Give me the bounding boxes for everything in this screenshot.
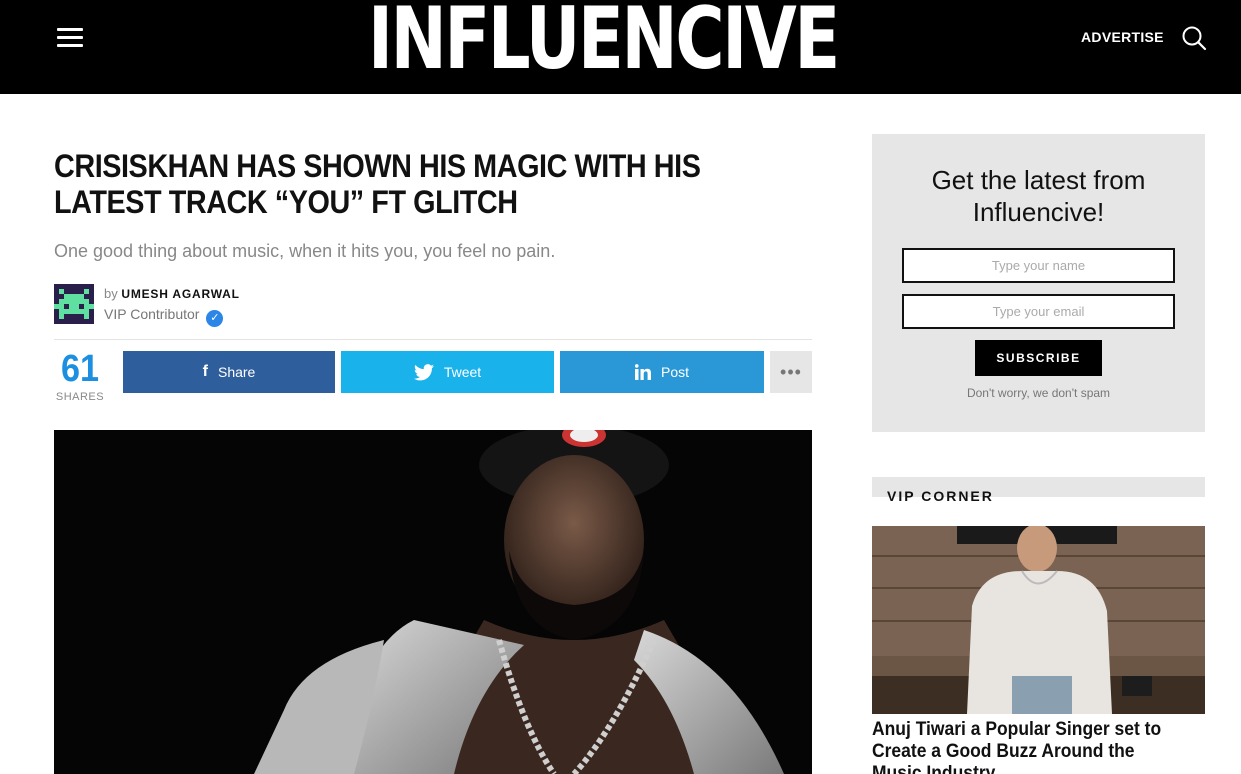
facebook-share-button[interactable]: f Share <box>123 351 335 393</box>
article-title: CRISISKHAN HAS SHOWN HIS MAGIC WITH HIS … <box>54 148 701 220</box>
article-subtitle: One good thing about music, when it hits… <box>54 241 556 261</box>
twitter-share-button[interactable]: Tweet <box>341 351 554 393</box>
search-icon[interactable] <box>1181 25 1207 51</box>
newsletter-note: Don't worry, we don't spam <box>966 386 1111 400</box>
hamburger-icon[interactable] <box>57 28 83 48</box>
vip-corner-heading: VIP CORNER <box>887 488 994 504</box>
facebook-share-label: Share <box>217 364 256 380</box>
more-dots-icon[interactable]: ••• <box>770 351 812 393</box>
name-field[interactable] <box>902 248 1175 283</box>
linkedin-share-button[interactable]: Post <box>560 351 764 393</box>
divider <box>54 339 812 340</box>
advertise-link[interactable]: ADVERTISE <box>1081 29 1164 45</box>
share-count-number: 61 <box>60 348 100 390</box>
subscribe-button[interactable]: SUBSCRIBE <box>975 340 1102 376</box>
twitter-share-label: Tweet <box>443 364 482 380</box>
author-avatar[interactable] <box>54 284 94 324</box>
site-header: INFLUENCIVE ADVERTISE <box>0 0 1241 94</box>
vip-article-headline[interactable]: Anuj Tiwari a Popular Singer set to Crea… <box>872 719 1178 774</box>
byline-prefix: by <box>104 286 118 301</box>
facebook-icon: f <box>202 363 208 380</box>
article-hero-image <box>54 430 812 774</box>
site-logo[interactable]: INFLUENCIVE <box>368 0 840 84</box>
share-count-label: SHARES <box>55 391 105 403</box>
newsletter-box: Get the latest from Influencive! SUBSCRI… <box>872 134 1205 432</box>
vip-article-image[interactable] <box>872 526 1205 714</box>
verified-check-icon: ✓ <box>206 310 224 327</box>
author-name-link[interactable]: UMESH AGARWAL <box>121 287 239 301</box>
linkedin-icon <box>634 364 651 380</box>
twitter-icon <box>413 363 434 380</box>
email-field[interactable] <box>902 294 1175 329</box>
share-count: 61 SHARES <box>54 348 106 403</box>
author-role: VIP Contributor ✓ <box>104 306 224 327</box>
newsletter-title: Get the latest from Influencive! <box>931 165 1146 227</box>
author-byline: by UMESH AGARWAL <box>104 286 240 301</box>
linkedin-share-label: Post <box>660 364 689 380</box>
author-role-label: VIP Contributor <box>104 306 200 322</box>
